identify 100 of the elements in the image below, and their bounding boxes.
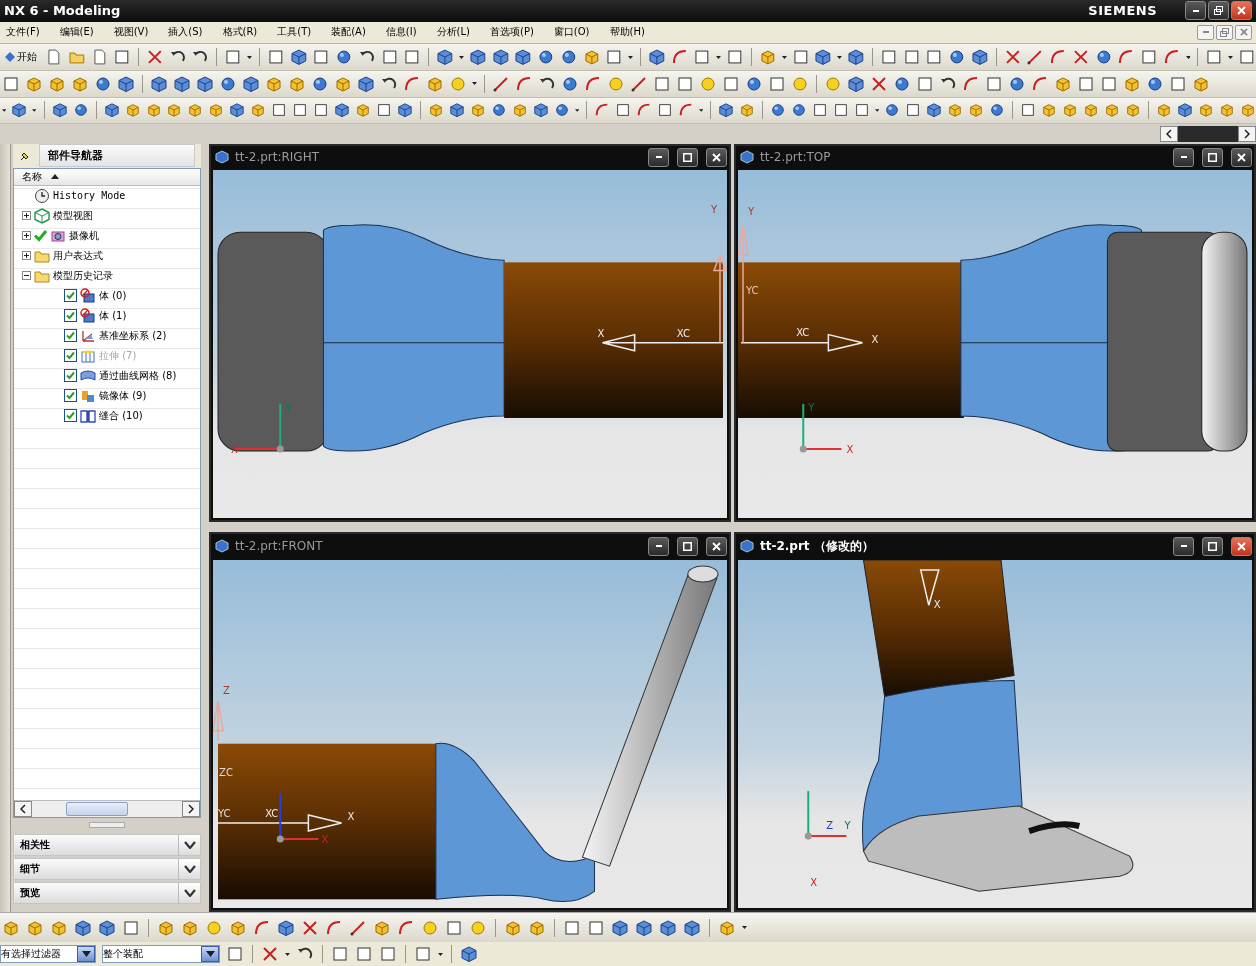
circle-icon[interactable] [607,74,625,93]
square-icon[interactable] [722,74,740,93]
block-icon[interactable] [469,101,486,120]
cube-icon[interactable] [51,101,68,120]
cube-icon[interactable] [460,945,478,964]
cube-icon[interactable] [196,74,214,93]
sphere-icon[interactable] [311,74,329,93]
square-icon[interactable] [879,48,898,67]
square-icon[interactable] [380,48,399,67]
scope-dropdown[interactable]: 整个装配 [102,945,220,964]
expand-button[interactable] [178,858,200,879]
sphere-icon[interactable] [561,74,579,93]
block-icon[interactable] [166,101,183,120]
tree-item[interactable]: 用户表达式 [53,248,103,263]
menu-item[interactable]: 编辑(E) [59,25,94,40]
caret-icon[interactable] [837,55,843,59]
dropdown-button[interactable] [201,946,219,963]
cube-icon[interactable] [514,48,533,67]
cube-icon[interactable] [814,48,833,67]
block-icon[interactable] [1197,101,1214,120]
square-icon[interactable] [726,48,744,67]
cross-icon[interactable] [301,918,319,937]
block-icon[interactable] [511,101,528,120]
cube-icon[interactable] [242,74,260,93]
tree-item[interactable]: 缝合 (10) [99,408,143,423]
menu-item[interactable]: 分析(L) [436,25,470,40]
cube-icon[interactable] [117,74,135,93]
block-icon[interactable] [739,101,756,120]
caret-icon[interactable] [32,108,37,112]
cube-icon[interactable] [926,101,943,120]
square-icon[interactable] [653,74,671,93]
square-icon[interactable] [587,918,605,937]
cube-icon[interactable] [468,48,487,67]
checkbox[interactable] [64,369,77,383]
cube-icon[interactable] [718,101,735,120]
tree-item[interactable]: 通过曲线网格 (8) [99,368,177,383]
caret-icon[interactable] [781,55,787,59]
arc-icon[interactable] [325,918,343,937]
square-icon[interactable] [414,945,432,964]
square-icon[interactable] [226,945,244,964]
circle-icon[interactable] [421,918,439,937]
tree-item[interactable]: 镜像体 (9) [99,388,147,403]
start-button[interactable]: 开始 [2,49,40,66]
cube-icon[interactable] [277,918,295,937]
caret-icon[interactable] [716,55,722,59]
square-icon[interactable] [902,48,921,67]
sphere-icon[interactable] [745,74,763,93]
minimize-button[interactable] [648,147,669,167]
menu-item[interactable]: 窗口(O) [553,25,590,40]
block-icon[interactable] [145,101,162,120]
block-icon[interactable] [428,101,444,120]
circle-icon[interactable] [205,918,223,937]
horizontal-scrollbar[interactable] [14,799,200,817]
arc-icon[interactable] [403,74,421,93]
square-icon[interactable] [925,48,943,67]
circle-icon[interactable] [824,74,842,93]
caret-icon[interactable] [574,108,580,112]
cube-icon[interactable] [448,101,465,120]
sphere-icon[interactable] [893,74,911,93]
cube-icon[interactable] [648,48,666,67]
circle-icon[interactable] [699,74,717,93]
square-icon[interactable] [985,74,1003,93]
checkbox[interactable] [64,309,77,323]
block-icon[interactable] [250,101,267,120]
tree-item[interactable]: 基准坐标系 (2) [99,328,167,343]
close-button[interactable] [1231,536,1252,556]
menu-item[interactable]: 装配(A) [331,25,366,40]
sphere-icon[interactable] [219,74,237,93]
checkbox[interactable] [64,349,77,363]
square-icon[interactable] [1169,74,1187,93]
dropdown-button[interactable] [77,946,95,963]
square-icon[interactable] [379,945,397,964]
circle-icon[interactable] [791,74,809,93]
minimize-button[interactable] [1173,536,1194,556]
menu-item[interactable]: 文件(F) [6,25,40,40]
line-icon[interactable] [1026,48,1044,67]
caret-icon[interactable] [246,55,252,59]
expander-icon[interactable] [22,271,31,281]
square-icon[interactable] [2,74,20,93]
block-icon[interactable] [355,101,372,120]
line-icon[interactable] [492,74,510,93]
cube-icon[interactable] [74,918,92,937]
cube-icon[interactable] [683,918,701,937]
expander-icon[interactable] [22,251,31,261]
checkbox[interactable] [64,289,77,303]
square-icon[interactable] [563,918,581,937]
checkbox[interactable] [64,389,77,403]
close-button[interactable] [1231,147,1252,167]
square-icon[interactable] [331,945,349,964]
square-icon[interactable] [113,48,131,67]
block-icon[interactable] [1041,101,1057,120]
square-icon[interactable] [1100,74,1118,93]
caret-icon[interactable] [285,952,290,956]
cube-icon[interactable] [635,918,653,937]
cube-icon[interactable] [1176,101,1193,120]
caret-icon[interactable] [742,926,747,930]
expand-button[interactable] [178,834,200,855]
maximize-button[interactable] [1202,536,1223,556]
tree-item[interactable]: 体 (0) [99,288,127,303]
cube-icon[interactable] [357,74,375,93]
